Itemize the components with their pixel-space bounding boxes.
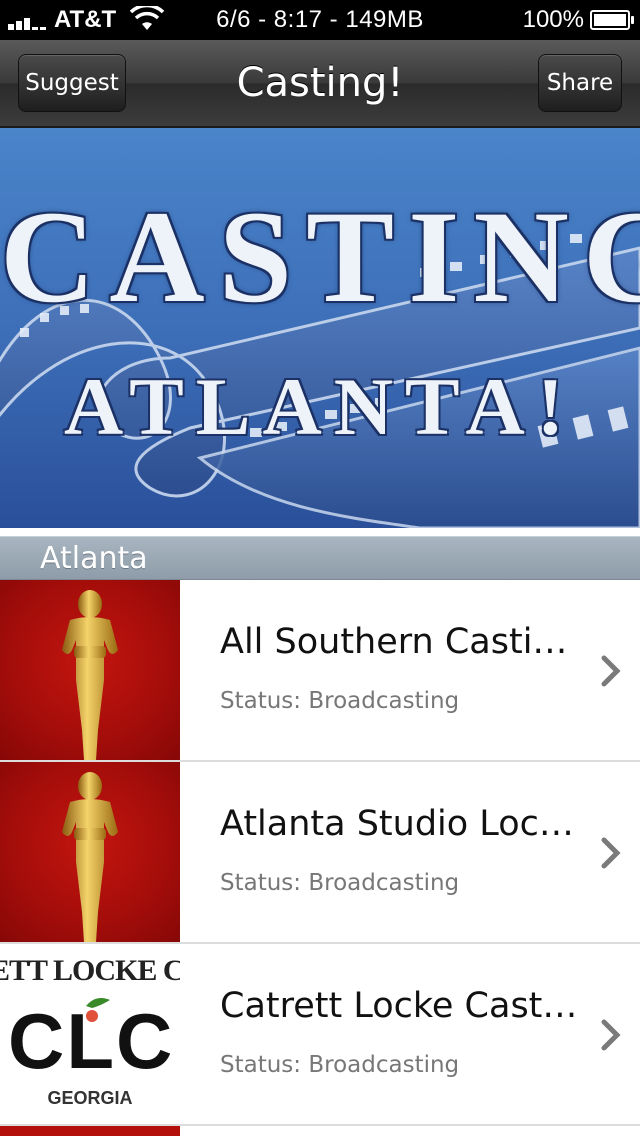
list-item-title: Catrett Locke Casting	[220, 986, 582, 1026]
list-item-status: Status: Broadcasting	[220, 870, 460, 896]
list-item-title: All Southern Casting ...	[220, 622, 582, 662]
list-item-partial[interactable]	[0, 1126, 640, 1136]
list-item-status: Status: Broadcasting	[220, 688, 460, 714]
battery-percent: 100%	[522, 6, 584, 33]
list-item-thumbnail	[0, 580, 180, 760]
chevron-right-icon	[601, 837, 621, 869]
navigation-bar: Suggest Casting! Share	[0, 40, 640, 128]
status-bar: AT&T 6/6 - 8:17 - 149MB 100%	[0, 0, 640, 40]
oscar-statue-icon	[62, 590, 118, 760]
banner-title: CASTING	[0, 183, 640, 330]
battery-icon	[590, 10, 634, 30]
section-header-atlanta: Atlanta	[0, 536, 640, 580]
list-item[interactable]: ETT LOCKE CAS CLC GEORGIA Catrett Locke …	[0, 944, 640, 1126]
list-item-thumbnail	[0, 1126, 180, 1136]
list-item[interactable]: Atlanta Studio Locatio... Status: Broadc…	[0, 762, 640, 944]
list-item-title: Atlanta Studio Locatio...	[220, 804, 582, 844]
chevron-right-icon	[601, 655, 621, 687]
list-item-status: Status: Broadcasting	[220, 1052, 460, 1078]
chevron-right-icon	[601, 1019, 621, 1051]
list-item-thumbnail	[0, 762, 180, 942]
clc-logo: ETT LOCKE CAS CLC GEORGIA	[0, 944, 180, 1124]
oscar-statue-icon	[62, 772, 118, 942]
banner-image: CASTING ATLANTA!	[0, 128, 640, 528]
share-button[interactable]: Share	[538, 54, 622, 112]
list-item[interactable]: All Southern Casting ... Status: Broadca…	[0, 580, 640, 762]
clc-logo-state: GEORGIA	[47, 1088, 133, 1108]
casting-list: All Southern Casting ... Status: Broadca…	[0, 580, 640, 1136]
banner-subtitle: ATLANTA!	[63, 361, 577, 452]
